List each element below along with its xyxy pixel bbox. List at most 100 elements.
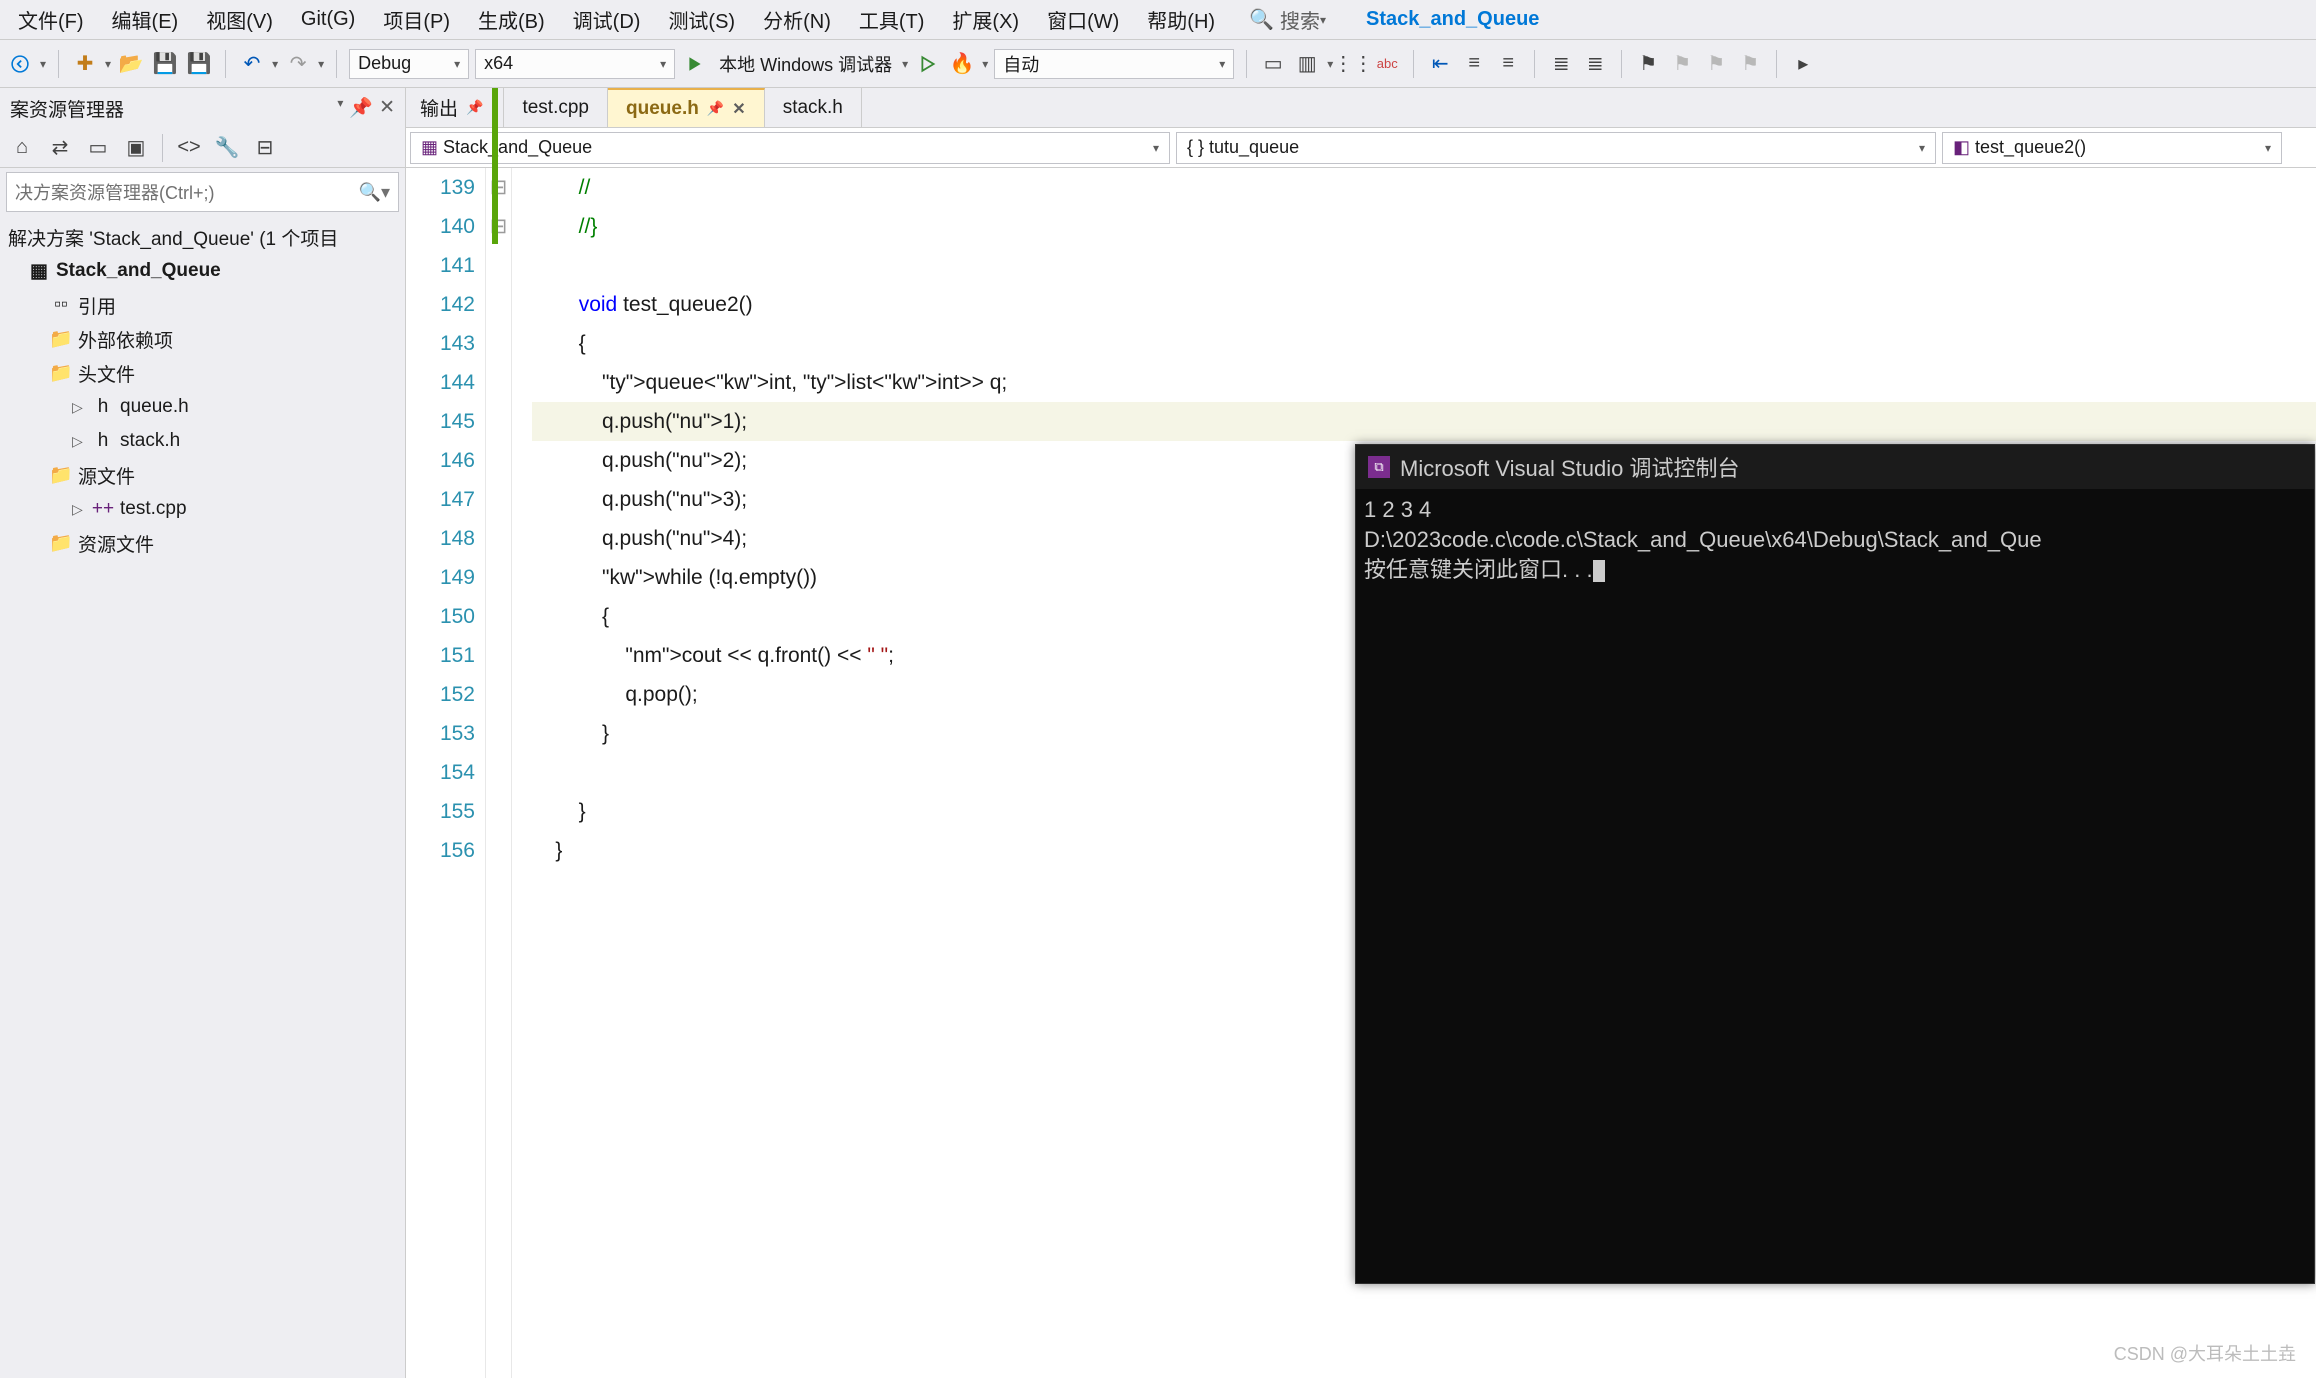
menu-test[interactable]: 测试(S) [654, 1, 749, 38]
start-debug-button[interactable] [681, 50, 709, 78]
home-icon[interactable]: ⌂ [8, 134, 36, 162]
expand-icon[interactable]: ▷ [72, 399, 86, 416]
tab-queue-h[interactable]: queue.h📌✕ [608, 88, 765, 127]
undo-button[interactable]: ↶ [238, 50, 266, 78]
references-icon: ▫▫ [50, 294, 72, 316]
platform-dropdown[interactable]: x64▾ [475, 49, 675, 79]
scope-dropdown[interactable]: ▦ Stack_and_Queue▾ [410, 132, 1170, 164]
sources-node[interactable]: 📁源文件 [0, 458, 405, 492]
method-icon: ◧ [1953, 137, 1970, 157]
toolbox-button-2[interactable]: ▥ [1293, 50, 1321, 78]
expand-icon[interactable]: ▷ [72, 433, 86, 450]
open-button[interactable]: 📂 [117, 50, 145, 78]
debugger-label[interactable]: 本地 Windows 调试器 [715, 51, 896, 77]
hot-reload-button[interactable]: 🔥 [948, 50, 976, 78]
start-without-debug-button[interactable] [914, 50, 942, 78]
new-item-button[interactable]: ✚ [71, 50, 99, 78]
bookmark-button[interactable]: ⚑ [1634, 50, 1662, 78]
pin-icon[interactable]: 📌 [707, 100, 724, 117]
folder-icon: 📁 [50, 361, 72, 385]
auto-dropdown[interactable]: 自动▾ [994, 49, 1234, 79]
dropdown-icon[interactable]: ▾ [318, 57, 324, 71]
code-view-icon[interactable]: <> [175, 134, 203, 162]
close-icon[interactable]: ✕ [379, 96, 395, 120]
comment-button[interactable]: ≡ [1494, 50, 1522, 78]
tab-stack-h[interactable]: stack.h [765, 88, 862, 127]
console-titlebar[interactable]: ⧉ Microsoft Visual Studio 调试控制台 [1356, 445, 2314, 489]
project-icon: ▦ [421, 137, 438, 157]
abc-button[interactable]: abc [1373, 50, 1401, 78]
cpp-file-icon: ++ [92, 498, 114, 520]
wrench-icon[interactable]: 🔧 [213, 134, 241, 162]
menu-file[interactable]: 文件(F) [4, 1, 98, 38]
show-all-icon[interactable]: ▣ [122, 134, 150, 162]
dropdown-icon[interactable]: ▾ [40, 57, 46, 71]
toolbox-button-1[interactable]: ▭ [1259, 50, 1287, 78]
resources-node[interactable]: 📁资源文件 [0, 526, 405, 560]
menu-debug[interactable]: 调试(D) [559, 1, 655, 38]
config-dropdown[interactable]: Debug▾ [349, 49, 469, 79]
pin-icon[interactable]: 📌 [349, 96, 373, 120]
source-file-test[interactable]: ▷++test.cpp [0, 492, 405, 526]
references-node[interactable]: ▫▫引用 [0, 288, 405, 322]
tab-test-cpp[interactable]: test.cpp [504, 88, 608, 127]
bookmark-prev-button[interactable]: ⚑ [1668, 50, 1696, 78]
console-title: Microsoft Visual Studio 调试控制台 [1400, 451, 1739, 483]
folder-icon: 📁 [50, 463, 72, 487]
uncomment-button[interactable]: ≣ [1547, 50, 1575, 78]
main-menu-bar: 文件(F) 编辑(E) 视图(V) Git(G) 项目(P) 生成(B) 调试(… [0, 0, 2316, 40]
menu-project[interactable]: 项目(P) [369, 1, 464, 38]
solution-node[interactable]: 解决方案 'Stack_and_Queue' (1 个项目 [0, 220, 405, 254]
save-all-button[interactable]: 💾 [185, 50, 213, 78]
project-node[interactable]: ▦Stack_and_Queue [0, 254, 405, 288]
menu-help[interactable]: 帮助(H) [1133, 1, 1229, 38]
properties-icon[interactable]: ⊟ [251, 134, 279, 162]
format-button[interactable]: ≣ [1581, 50, 1609, 78]
editor-tabbar: 输出📌 test.cpp queue.h📌✕ stack.h [406, 88, 2316, 128]
external-deps-node[interactable]: 📁外部依赖项 [0, 322, 405, 356]
search-placeholder: 决方案资源管理器(Ctrl+;) [15, 179, 215, 205]
menu-build[interactable]: 生成(B) [464, 1, 559, 38]
h-file-icon: h [92, 396, 114, 418]
headers-node[interactable]: 📁头文件 [0, 356, 405, 390]
dropdown-icon[interactable]: ▾ [105, 57, 111, 71]
menu-git[interactable]: Git(G) [287, 4, 369, 35]
overflow-button[interactable]: ▸ [1789, 50, 1817, 78]
header-file-stack[interactable]: ▷hstack.h [0, 424, 405, 458]
menu-edit[interactable]: 编辑(E) [98, 1, 193, 38]
debug-console-window[interactable]: ⧉ Microsoft Visual Studio 调试控制台 1 2 3 4 … [1355, 444, 2315, 1284]
redo-button[interactable]: ↷ [284, 50, 312, 78]
collapse-icon[interactable]: ▭ [84, 134, 112, 162]
search-icon: 🔍 [1249, 7, 1274, 32]
search-placeholder-text: 搜索 [1280, 5, 1320, 34]
watermark: CSDN @大耳朵土土垚 [2114, 1340, 2296, 1366]
outdent-button[interactable]: ≡ [1460, 50, 1488, 78]
menu-view[interactable]: 视图(V) [192, 1, 287, 38]
toolbox-button-3[interactable]: ⋮⋮ [1339, 50, 1367, 78]
dropdown-icon[interactable]: ▾ [272, 57, 278, 71]
global-search[interactable]: 🔍 搜索 ▾ [1249, 5, 1326, 34]
close-icon[interactable]: ✕ [732, 99, 745, 119]
indent-button[interactable]: ⇤ [1426, 50, 1454, 78]
class-dropdown[interactable]: { } tutu_queue▾ [1176, 132, 1936, 164]
pin-icon[interactable]: 📌 [466, 99, 483, 116]
panel-menu-icon[interactable]: ▾ [337, 96, 343, 120]
function-dropdown[interactable]: ◧ test_queue2()▾ [1942, 132, 2282, 164]
save-button[interactable]: 💾 [151, 50, 179, 78]
chevron-down-icon: ▾ [1320, 13, 1326, 27]
fold-gutter[interactable]: ⊟ ⊟ [486, 168, 512, 1378]
nav-back-button[interactable] [6, 50, 34, 78]
menu-window[interactable]: 窗口(W) [1033, 1, 1133, 38]
expand-icon[interactable]: ▷ [72, 501, 86, 518]
bookmark-clear-button[interactable]: ⚑ [1736, 50, 1764, 78]
sync-icon[interactable]: ⇄ [46, 134, 74, 162]
explorer-search[interactable]: 决方案资源管理器(Ctrl+;) 🔍▾ [6, 172, 399, 212]
menu-extensions[interactable]: 扩展(X) [938, 1, 1033, 38]
menu-analyze[interactable]: 分析(N) [749, 1, 845, 38]
dropdown-icon[interactable]: ▾ [982, 57, 988, 71]
bookmark-next-button[interactable]: ⚑ [1702, 50, 1730, 78]
tab-output[interactable]: 输出📌 [406, 88, 504, 127]
header-file-queue[interactable]: ▷hqueue.h [0, 390, 405, 424]
dropdown-icon[interactable]: ▾ [902, 57, 908, 71]
menu-tools[interactable]: 工具(T) [845, 1, 939, 38]
